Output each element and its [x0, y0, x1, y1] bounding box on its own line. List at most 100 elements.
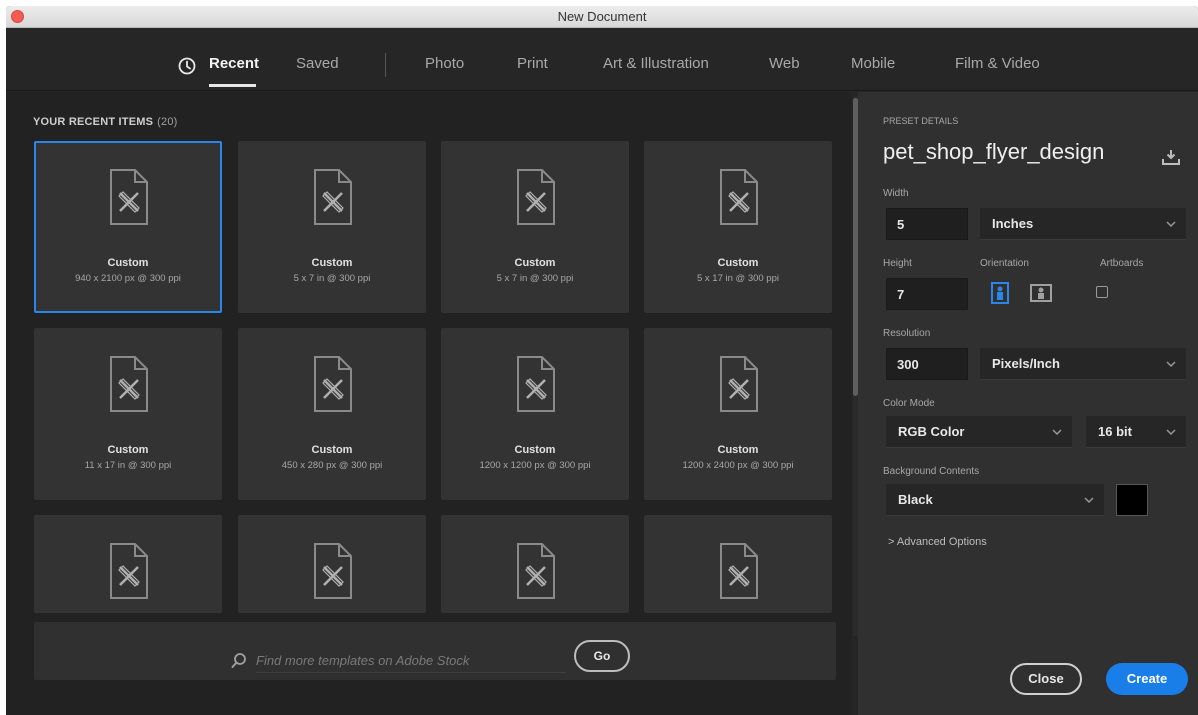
tile-name: Custom: [311, 444, 353, 456]
recent-items-heading: YOUR RECENT ITEMS (20): [33, 116, 178, 128]
background-contents-value: Black: [898, 492, 933, 507]
chevron-down-icon: [1084, 497, 1094, 504]
title-bar: New Document: [6, 6, 1198, 28]
height-value: 7: [897, 287, 905, 302]
document-icon: [314, 356, 352, 412]
document-icon: [314, 543, 352, 599]
chevron-down-icon: [1166, 361, 1176, 368]
width-unit-value: Inches: [992, 216, 1034, 231]
clock-icon: [178, 57, 196, 75]
tile-description: 5 x 17 in @ 300 ppi: [696, 273, 779, 284]
width-value: 5: [897, 217, 905, 232]
tile-name: Custom: [311, 257, 353, 269]
height-input[interactable]: 7: [886, 278, 968, 310]
recent-item-tile[interactable]: [34, 515, 222, 613]
tile-description: 5 x 7 in @ 300 ppi: [293, 273, 371, 284]
height-label: Height: [883, 258, 912, 269]
recent-item-tile[interactable]: Custom 5 x 7 in @ 300 ppi: [441, 141, 629, 313]
search-icon: [231, 653, 246, 668]
color-mode-value: RGB Color: [898, 424, 965, 439]
resolution-value: 300: [897, 357, 919, 372]
stock-search-input[interactable]: [256, 649, 566, 673]
tab-web[interactable]: Web: [769, 55, 800, 72]
width-input[interactable]: 5: [886, 208, 968, 240]
chevron-down-icon: [1052, 429, 1062, 436]
document-icon: [517, 543, 555, 599]
preset-details-heading: PRESET DETAILS: [883, 116, 959, 126]
document-icon: [110, 543, 148, 599]
background-contents-dropdown[interactable]: Black: [886, 484, 1104, 516]
color-mode-label: Color Mode: [883, 398, 935, 409]
recent-item-tile[interactable]: Custom 940 x 2100 px @ 300 ppi: [34, 141, 222, 313]
orientation-label: Orientation: [980, 258, 1029, 269]
recent-item-tile[interactable]: Custom 1200 x 1200 px @ 300 ppi: [441, 328, 629, 500]
artboards-checkbox[interactable]: [1096, 286, 1108, 298]
tile-description: 1200 x 1200 px @ 300 ppi: [479, 460, 591, 471]
chevron-down-icon: [1166, 429, 1176, 436]
resolution-input[interactable]: 300: [886, 348, 968, 380]
recent-item-tile[interactable]: [644, 515, 832, 613]
window-title: New Document: [557, 9, 647, 24]
document-icon: [720, 169, 758, 225]
create-button[interactable]: Create: [1106, 663, 1188, 695]
document-icon: [110, 356, 148, 412]
tab-print[interactable]: Print: [517, 55, 548, 72]
recent-item-tile[interactable]: Custom 5 x 7 in @ 300 ppi: [238, 141, 426, 313]
tab-film-video[interactable]: Film & Video: [955, 55, 1040, 72]
bit-depth-value: 16 bit: [1098, 424, 1132, 439]
tab-mobile[interactable]: Mobile: [851, 55, 895, 72]
resolution-label: Resolution: [883, 328, 931, 339]
advanced-options-toggle[interactable]: > Advanced Options: [888, 536, 987, 548]
document-icon: [517, 169, 555, 225]
recent-items-count: (20): [157, 116, 178, 128]
width-label: Width: [883, 188, 909, 199]
close-button[interactable]: Close: [1010, 663, 1082, 695]
recent-item-tile[interactable]: Custom 1200 x 2400 px @ 300 ppi: [644, 328, 832, 500]
document-icon: [517, 356, 555, 412]
tile-name: Custom: [514, 444, 556, 456]
active-tab-indicator: [209, 84, 256, 87]
tile-name: Custom: [717, 257, 759, 269]
resolution-unit-value: Pixels/Inch: [992, 356, 1060, 371]
recent-item-tile[interactable]: Custom 5 x 17 in @ 300 ppi: [644, 141, 832, 313]
landscape-orientation-icon[interactable]: [1030, 282, 1052, 304]
tile-description: 11 x 17 in @ 300 ppi: [84, 460, 172, 471]
background-contents-label: Background Contents: [883, 466, 980, 477]
tab-art-illustration[interactable]: Art & Illustration: [603, 55, 709, 72]
tile-description: 1200 x 2400 px @ 300 ppi: [682, 460, 794, 471]
tile-name: Custom: [514, 257, 556, 269]
chevron-down-icon: [1166, 221, 1176, 228]
go-button[interactable]: Go: [574, 640, 630, 672]
document-icon: [720, 543, 758, 599]
document-icon: [314, 169, 352, 225]
tile-description: 450 x 280 px @ 300 ppi: [281, 460, 383, 471]
tab-recent[interactable]: Recent: [209, 55, 259, 72]
tile-description: 940 x 2100 px @ 300 ppi: [75, 273, 181, 284]
recent-item-tile[interactable]: Custom 11 x 17 in @ 300 ppi: [34, 328, 222, 500]
width-unit-dropdown[interactable]: Inches: [980, 208, 1186, 240]
background-color-swatch[interactable]: [1116, 484, 1148, 516]
preset-name-field[interactable]: pet_shop_flyer_design: [883, 139, 1104, 165]
bit-depth-dropdown[interactable]: 16 bit: [1086, 416, 1186, 448]
tile-name: Custom: [717, 444, 759, 456]
save-preset-icon[interactable]: [1161, 147, 1181, 167]
tile-description: 5 x 7 in @ 300 ppi: [496, 273, 574, 284]
tab-saved[interactable]: Saved: [296, 55, 339, 72]
artboards-label: Artboards: [1100, 258, 1144, 269]
tile-name: Custom: [107, 257, 149, 269]
resolution-unit-dropdown[interactable]: Pixels/Inch: [980, 348, 1186, 380]
recent-items-title: YOUR RECENT ITEMS: [33, 116, 154, 128]
document-icon: [110, 169, 148, 225]
tab-photo[interactable]: Photo: [425, 55, 464, 72]
preset-details-panel: PRESET DETAILS pet_shop_flyer_design Wid…: [858, 92, 1198, 715]
new-document-dialog: New Document Recent Saved Photo Print Ar…: [6, 6, 1198, 715]
recent-item-tile[interactable]: [238, 515, 426, 613]
document-icon: [720, 356, 758, 412]
recent-item-tile[interactable]: [441, 515, 629, 613]
tab-divider: [385, 53, 386, 77]
recent-item-tile[interactable]: Custom 450 x 280 px @ 300 ppi: [238, 328, 426, 500]
portrait-orientation-icon[interactable]: [989, 282, 1011, 304]
color-mode-dropdown[interactable]: RGB Color: [886, 416, 1072, 448]
category-tab-bar: Recent Saved Photo Print Art & Illustrat…: [6, 28, 1198, 91]
tile-name: Custom: [107, 444, 149, 456]
